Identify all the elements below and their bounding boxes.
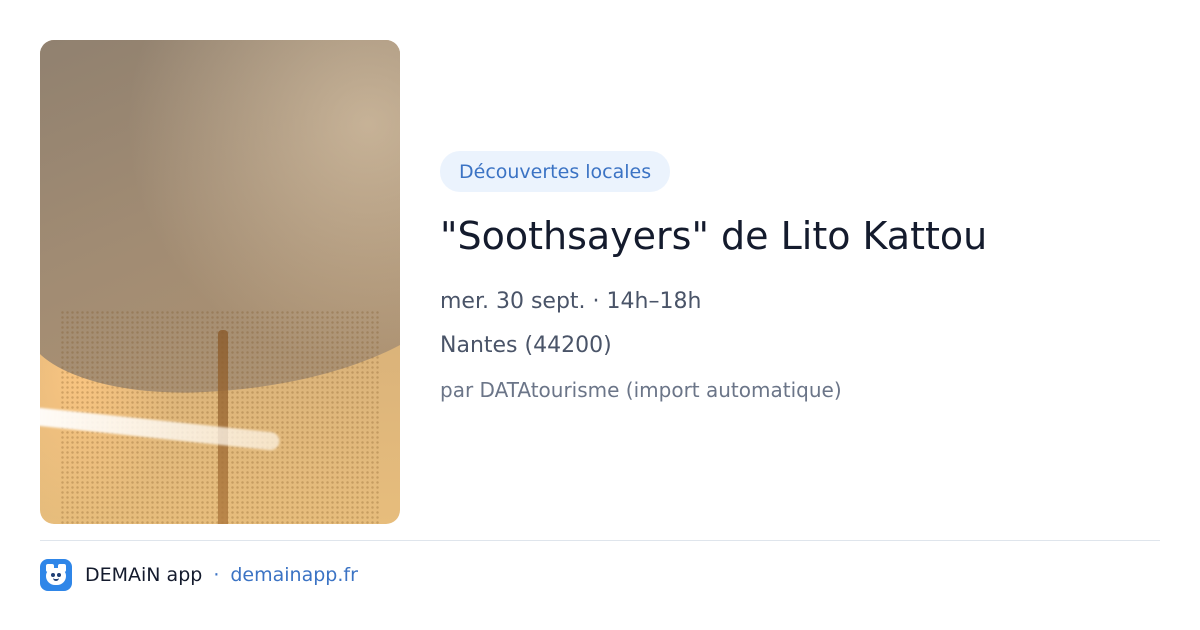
event-image	[40, 40, 400, 524]
event-location: Nantes (44200)	[440, 333, 612, 358]
app-name: DEMAiN app	[85, 564, 203, 586]
category-badge-label: Découvertes locales	[459, 160, 652, 183]
footer: DEMAiN app · demainapp.fr	[40, 558, 358, 592]
footer-divider	[40, 540, 1160, 541]
event-title: "Soothsayers" de Lito Kattou	[440, 214, 988, 258]
site-link[interactable]: demainapp.fr	[230, 564, 358, 586]
category-badge[interactable]: Découvertes locales	[440, 151, 671, 192]
event-date-time: mer. 30 sept. · 14h–18h	[440, 289, 702, 314]
footer-separator: ·	[213, 564, 220, 586]
demain-app-logo-icon	[40, 559, 72, 591]
event-source: par DATAtourisme (import automatique)	[440, 378, 842, 402]
